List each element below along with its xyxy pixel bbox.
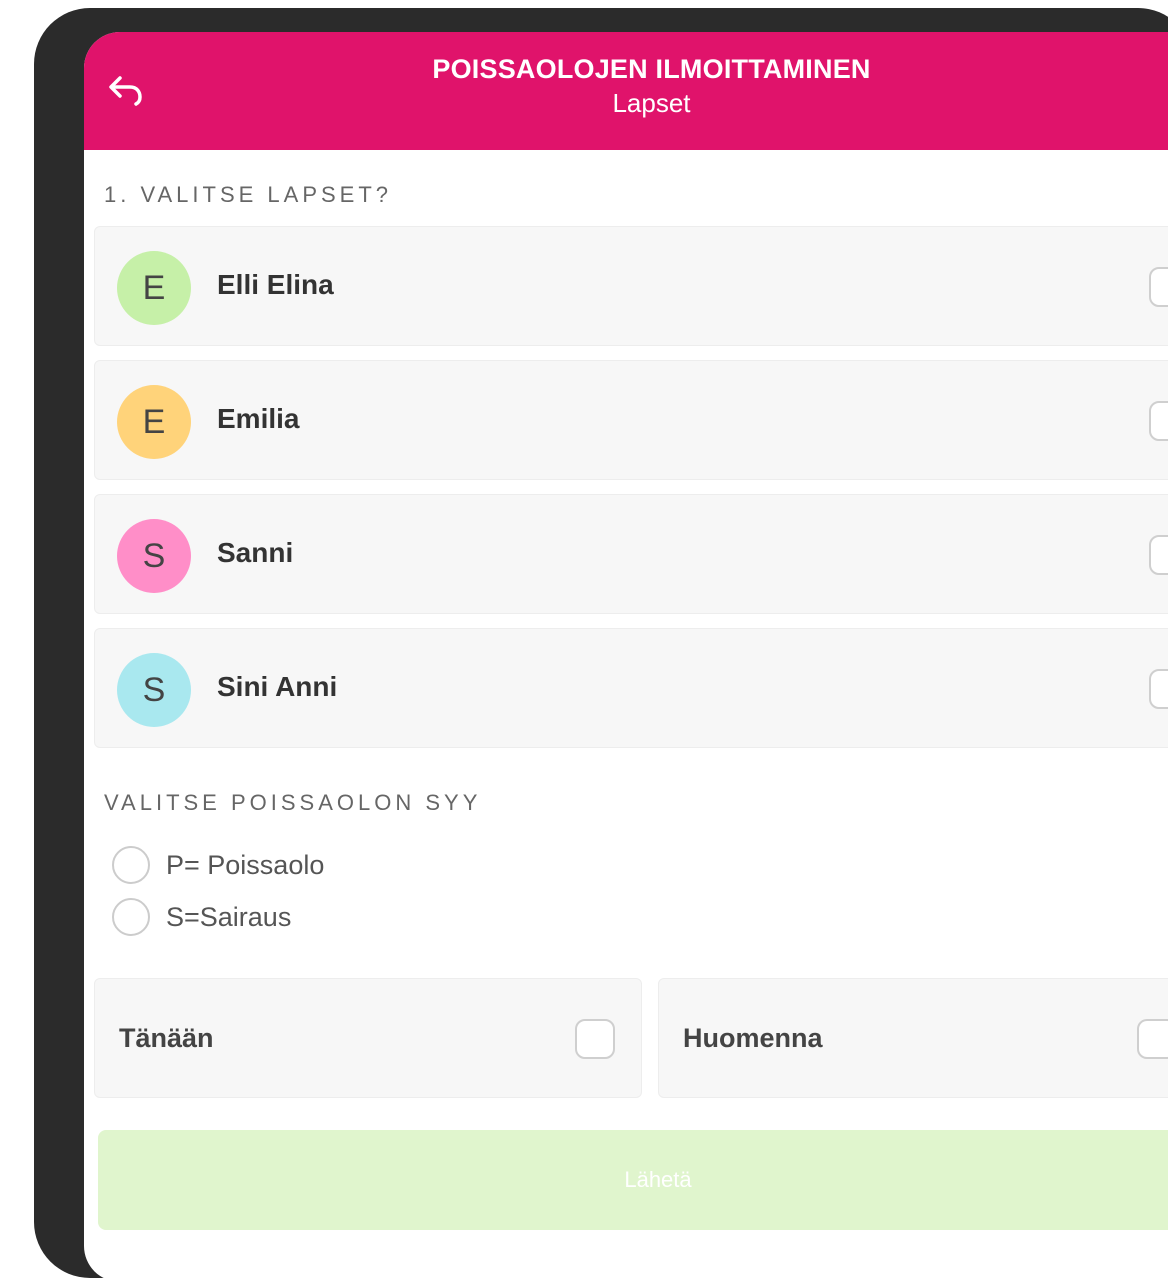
child-row-emilia[interactable]: E Emilia — [94, 360, 1168, 480]
tablet-frame: POISSAOLOJEN ILMOITTAMINEN Lapset 1. VAL… — [34, 8, 1168, 1282]
child-checkbox[interactable] — [1149, 401, 1168, 441]
child-checkbox[interactable] — [1149, 535, 1168, 575]
child-checkbox[interactable] — [1149, 669, 1168, 709]
radio-label: P= Poissaolo — [166, 850, 325, 880]
child-checkbox[interactable] — [1149, 267, 1168, 307]
child-row-sanni[interactable]: S Sanni — [94, 494, 1168, 614]
radio-button[interactable] — [112, 898, 150, 936]
header-titles: POISSAOLOJEN ILMOITTAMINEN Lapset — [84, 52, 1168, 120]
day-label: Huomenna — [683, 1023, 823, 1053]
radio-label: S=Sairaus — [166, 902, 292, 932]
avatar: S — [117, 653, 191, 727]
child-row-sini-anni[interactable]: S Sini Anni — [94, 628, 1168, 748]
children-section-label: 1. VALITSE LAPSET? — [104, 182, 393, 207]
child-name: Sanni — [217, 537, 294, 568]
reason-section-label: VALITSE POISSAOLON SYY — [104, 790, 482, 815]
child-row-elli-elina[interactable]: E Elli Elina — [94, 226, 1168, 346]
app-screen: POISSAOLOJEN ILMOITTAMINEN Lapset 1. VAL… — [84, 32, 1168, 1282]
child-name: Elli Elina — [217, 269, 334, 300]
day-label: Tänään — [119, 1023, 214, 1053]
app-header: POISSAOLOJEN ILMOITTAMINEN Lapset — [84, 32, 1168, 150]
child-name: Emilia — [217, 403, 300, 434]
day-option-tomorrow[interactable]: Huomenna — [658, 978, 1168, 1098]
avatar: S — [117, 519, 191, 593]
page-title: POISSAOLOJEN ILMOITTAMINEN — [432, 54, 871, 84]
day-option-today[interactable]: Tänään — [94, 978, 642, 1098]
today-checkbox[interactable] — [575, 1019, 615, 1059]
page-subtitle: Lapset — [612, 88, 691, 118]
send-button[interactable]: Lähetä — [98, 1130, 1168, 1230]
avatar: E — [117, 251, 191, 325]
radio-button[interactable] — [112, 846, 150, 884]
tomorrow-checkbox[interactable] — [1137, 1019, 1168, 1059]
child-name: Sini Anni — [217, 671, 338, 702]
avatar: E — [117, 385, 191, 459]
